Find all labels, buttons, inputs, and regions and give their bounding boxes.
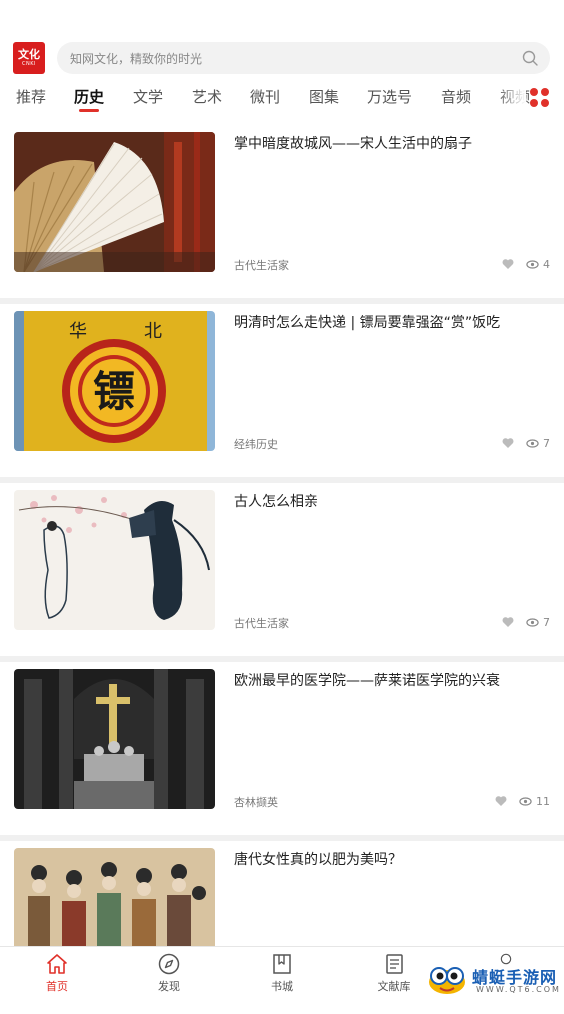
article-thumbnail[interactable] (14, 132, 215, 272)
svg-text:北: 北 (144, 321, 162, 342)
article-title[interactable]: 明清时怎么走快递 | 镖局要靠强盗“赏”饭吃 (234, 313, 550, 333)
article-stats: 4 (502, 256, 550, 272)
app-logo[interactable]: 文化 CNKI (13, 42, 45, 74)
views-icon (519, 796, 532, 806)
search-placeholder: 知网文化，精致你的时光 (70, 52, 203, 66)
tab-micro-journal[interactable]: 微刊 (250, 86, 280, 107)
nav-home-label: 首页 (46, 980, 68, 993)
document-icon (386, 954, 403, 974)
tabs-fade (496, 82, 526, 116)
views-icon (526, 438, 539, 448)
article-stats: 11 (495, 793, 550, 809)
article-thumbnail[interactable]: 镖 华 北 (14, 311, 215, 451)
article-stats: 7 (502, 435, 550, 451)
article-card[interactable]: 欧洲最早的医学院——萨莱诺医学院的兴衰 杏林撷英 11 (0, 662, 564, 835)
like-icon[interactable] (502, 616, 514, 628)
search-icon[interactable] (522, 50, 538, 66)
search-bar[interactable]: 知网文化，精致你的时光 (57, 42, 550, 74)
article-thumbnail[interactable] (14, 490, 215, 630)
article-source[interactable]: 杏林撷英 (234, 794, 278, 810)
tab-recommend[interactable]: 推荐 (16, 86, 46, 107)
watermark-url: WWW.QT6.COM (476, 985, 561, 994)
bookmark-book-icon (273, 954, 291, 974)
article-title[interactable]: 唐代女性真的以肥为美吗？ (234, 850, 550, 870)
app-header: 文化 CNKI 知网文化，精致你的时光 推荐 历史 文学 艺术 微刊 图集 万选… (0, 0, 564, 125)
article-title[interactable]: 掌中暗度故城风——宋人生活中的扇子 (234, 134, 550, 154)
category-tabs: 推荐 历史 文学 艺术 微刊 图集 万选号 音频 视频 (0, 82, 564, 116)
nav-library-label: 文献库 (377, 980, 411, 993)
like-icon[interactable] (502, 258, 514, 270)
views-icon (526, 617, 539, 627)
view-count: 7 (543, 436, 550, 450)
compass-icon (158, 953, 180, 975)
nav-bookstore[interactable]: 书城 (252, 952, 312, 994)
article-feed: 掌中暗度故城风——宋人生活中的扇子 古代生活家 4 镖 华 北 明清时怎么走快递… (0, 125, 564, 1014)
view-count: 11 (536, 794, 550, 808)
tab-history[interactable]: 历史 (74, 86, 104, 107)
article-card[interactable]: 镖 华 北 明清时怎么走快递 | 镖局要靠强盗“赏”饭吃 经纬历史 7 (0, 304, 564, 477)
article-card[interactable]: 掌中暗度故城风——宋人生活中的扇子 古代生活家 4 (0, 125, 564, 298)
nav-bookstore-label: 书城 (271, 980, 293, 993)
article-source[interactable]: 古代生活家 (234, 615, 289, 631)
nav-library[interactable]: 文献库 (364, 952, 424, 994)
logo-subtext: CNKI (22, 61, 36, 67)
home-icon (47, 954, 67, 974)
like-icon[interactable] (502, 437, 514, 449)
view-count: 7 (543, 615, 550, 629)
dragonfly-mascot-icon (429, 967, 465, 994)
article-card[interactable]: 古人怎么相亲 古代生活家 7 (0, 483, 564, 656)
tab-literature[interactable]: 文学 (133, 86, 163, 107)
nav-home[interactable]: 首页 (27, 952, 87, 994)
view-count: 4 (543, 257, 550, 271)
article-title[interactable]: 古人怎么相亲 (234, 492, 550, 512)
svg-text:华: 华 (69, 321, 87, 342)
tab-art[interactable]: 艺术 (192, 86, 222, 107)
svg-text:镖: 镖 (93, 367, 135, 416)
article-stats: 7 (502, 614, 550, 630)
tab-gallery[interactable]: 图集 (309, 86, 339, 107)
article-title[interactable]: 欧洲最早的医学院——萨莱诺医学院的兴衰 (234, 671, 550, 691)
active-tab-indicator (79, 109, 99, 112)
tab-audio[interactable]: 音频 (441, 86, 471, 107)
site-watermark: 蜻蜓手游网 WWW.QT6.COM (424, 958, 561, 998)
logo-text: 文化 (18, 48, 40, 61)
nav-discover[interactable]: 发现 (139, 952, 199, 994)
article-thumbnail[interactable] (14, 669, 215, 809)
article-source[interactable]: 经纬历史 (234, 436, 278, 452)
views-icon (526, 259, 539, 269)
article-source[interactable]: 古代生活家 (234, 257, 289, 273)
like-icon[interactable] (495, 795, 507, 807)
more-categories-icon[interactable] (530, 88, 550, 108)
nav-discover-label: 发现 (158, 980, 180, 993)
tab-wanxuan[interactable]: 万选号 (367, 86, 412, 107)
